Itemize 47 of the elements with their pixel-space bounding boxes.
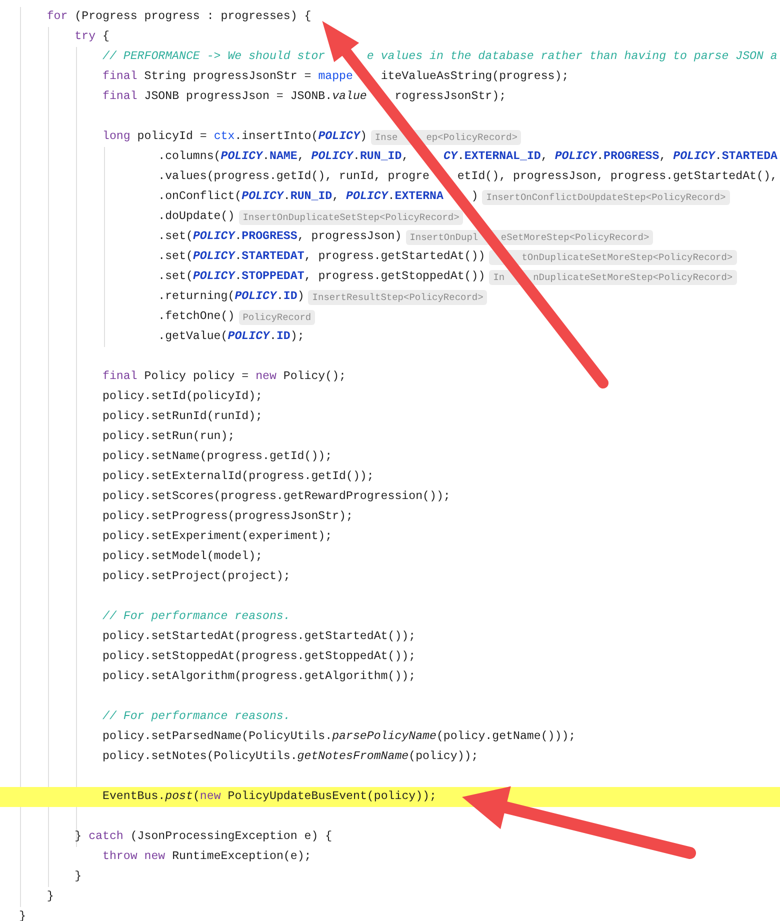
type-hint: In nDuplicateSetMoreStep<PolicyRecord> <box>489 270 737 284</box>
code-line: policy.setExperiment(experiment); <box>101 529 332 545</box>
code-line: policy.setStoppedAt(progress.getStoppedAt()); <box>101 649 416 665</box>
code-line: .set(POLICY.PROGRESS, progressJson) <box>157 229 402 245</box>
type-hint: InsertOnConflictDoUpdateStep<PolicyRecord> <box>482 190 730 204</box>
code-line: final JSONB progressJson = JSONB.value rogressJsonStr); <box>101 89 506 105</box>
code-line: final String progressJsonStr = mappe iteValueAsString(progress); <box>101 69 569 85</box>
code-line: policy.setRun(run); <box>101 429 235 445</box>
code-line: policy.setName(progress.getId()); <box>101 449 332 465</box>
code-line: .columns(POLICY.NAME, POLICY.RUN_ID, CY.EXTERNAL_ID, POLICY.PROGRESS, POLICY.STARTEDA <box>157 149 778 165</box>
code-line: } <box>46 889 54 905</box>
code-line: long policyId = ctx.insertInto(POLICY) <box>101 129 367 145</box>
code-line: try { <box>74 29 110 45</box>
code-line: // For performance reasons. <box>101 709 290 725</box>
type-hint: Inse ep<PolicyRecord> <box>370 130 522 144</box>
code-line: policy.setStartedAt(progress.getStartedAt()); <box>101 629 416 645</box>
type-hint: tOnDuplicateSetMoreStep<PolicyRecord> <box>489 250 737 264</box>
code-line: policy.setAlgorithm(progress.getAlgorithm()); <box>101 669 416 685</box>
code-line: } <box>74 869 82 885</box>
code-line: throw new RuntimeException(e); <box>101 849 312 865</box>
code-line: .values(progress.getId(), runId, progre etId(), progressJson, progress.getStartedAt(), <box>157 169 778 185</box>
code-line: policy.setNotes(PolicyUtils.getNotesFromName(policy)); <box>101 749 478 765</box>
code-line: for (Progress progress : progresses) { <box>46 9 312 25</box>
code-line: .doUpdate() <box>157 209 235 225</box>
code-line: policy.setParsedName(PolicyUtils.parsePolicyName(policy.getName())); <box>101 729 576 745</box>
code-line: .onConflict(POLICY.RUN_ID, POLICY.EXTERNA ) <box>157 189 478 205</box>
code-line: policy.setProject(project); <box>101 569 290 585</box>
code-line: } catch (JsonProcessingException e) { <box>74 829 332 845</box>
type-hint: InsertOnDupl eSetMoreStep<PolicyRecord> <box>406 230 654 244</box>
code-line: // For performance reasons. <box>101 609 290 625</box>
type-hint: PolicyRecord <box>238 310 316 324</box>
code-line: policy.setProgress(progressJsonStr); <box>101 509 353 525</box>
code-line: .set(POLICY.STARTEDAT, progress.getStartedAt()) <box>157 249 486 265</box>
code-line: policy.setScores(progress.getRewardProgression()); <box>101 489 450 505</box>
code-line: policy.setExternalId(progress.getId()); <box>101 469 374 485</box>
code-line: EventBus.post(new PolicyUpdateBusEvent(policy)); <box>101 789 436 805</box>
code-line: .getValue(POLICY.ID); <box>157 329 304 345</box>
code-line: final Policy policy = new Policy(); <box>101 369 346 385</box>
code-line: .fetchOne() <box>157 309 235 325</box>
code-line: policy.setRunId(runId); <box>101 409 263 425</box>
code-line: policy.setModel(model); <box>101 549 263 565</box>
type-hint: InsertResultStep<PolicyRecord> <box>308 290 488 304</box>
code-line: .returning(POLICY.ID) <box>157 289 304 305</box>
type-hint: InsertOnDuplicateSetStep<PolicyRecord> <box>238 210 464 224</box>
code-line: policy.setId(policyId); <box>101 389 263 405</box>
code-line: // PERFORMANCE -> We should stor e values in the database rather than having to parse JSON a <box>101 49 778 65</box>
code-line: .set(POLICY.STOPPEDAT, progress.getStoppedAt()) <box>157 269 486 285</box>
